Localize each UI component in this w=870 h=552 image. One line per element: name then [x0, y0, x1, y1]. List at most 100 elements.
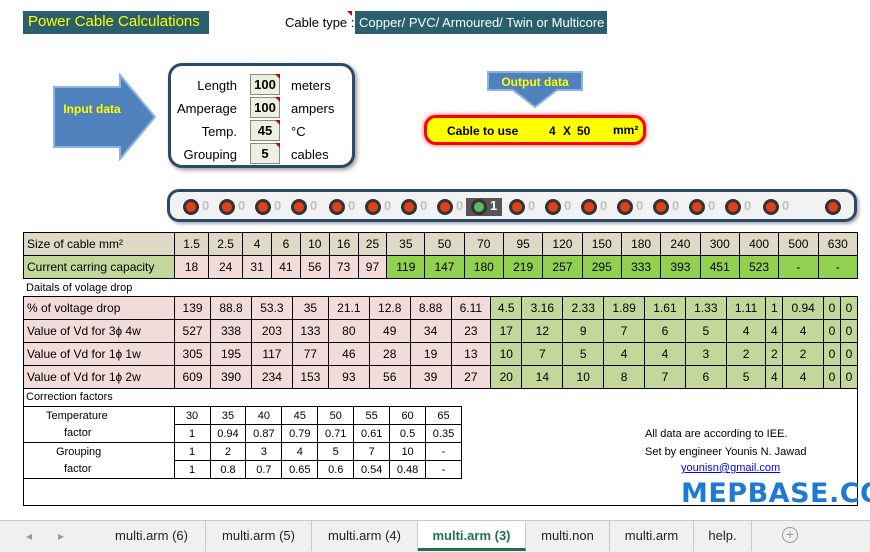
indicator-slot: 0 — [178, 198, 214, 216]
vd1w-cell: 2 — [782, 342, 825, 366]
indicator-light-icon — [365, 199, 381, 215]
capacity-header: Current carring capacity — [23, 255, 175, 279]
table-row-vd1w: Value of Vd for 1ɸ 1w 305 195 117 77 46 28 19 1… — [23, 342, 859, 366]
indicator-value: 0 — [310, 198, 318, 213]
length-unit: meters — [291, 78, 331, 93]
cable-size-unit: mm² — [613, 123, 639, 137]
indicator-light-icon — [653, 199, 669, 215]
sheet-tab-bar: ◂ ▸ + multi.arm (6) multi.arm (5) multi.ar… — [0, 520, 870, 552]
vd3-cell: 0 — [823, 319, 841, 343]
input-row-temp: Temp. 45 °C — [171, 120, 352, 143]
vd3-cell: 9 — [562, 319, 605, 343]
capacity-cell: 97 — [357, 255, 388, 279]
cable-type-value[interactable]: Copper/ PVC/ Armoured/ Twin or Multicore — [355, 11, 607, 34]
sheet-tab[interactable]: multi.arm (5) — [206, 521, 312, 551]
vd2w-cell: 8 — [603, 365, 646, 389]
vd1w-cell: 2 — [765, 342, 784, 366]
vd3-cell: 12 — [521, 319, 564, 343]
comment-indicator — [275, 74, 280, 79]
input-row-length: Length 100 meters — [171, 74, 352, 97]
size-cell: 1.5 — [173, 232, 210, 256]
output-result: Cable to use 4 X 50 mm² — [424, 115, 646, 145]
sheet-tab[interactable]: multi.arm (4) — [312, 521, 418, 551]
capacity-cell: 31 — [242, 255, 272, 279]
vd2w-cell: 4 — [765, 365, 784, 389]
size-cell: 35 — [386, 232, 426, 256]
table-row-capacity: Current carring capacity 18 24 31 41 56 73 97 1… — [23, 255, 859, 279]
comment-indicator[interactable] — [347, 11, 352, 16]
vdrop-cell: 3.16 — [521, 296, 564, 320]
indicator-value: 0 — [672, 198, 680, 213]
vd2w-cell: 234 — [250, 365, 293, 389]
table-row-sizes: Size of cable mm² 1.5 2.5 4 6 10 16 25 35 50 70 95… — [23, 232, 859, 256]
add-sheet-icon[interactable]: + — [782, 527, 798, 543]
tab-scroll-right-icon[interactable]: ▸ — [58, 529, 64, 543]
author-email-link[interactable]: younisn@gmail.com — [681, 462, 780, 474]
sheet-tab[interactable]: multi.arm — [610, 521, 694, 551]
output-data-label: Output data — [501, 75, 569, 89]
vd2w-cell: 39 — [409, 365, 452, 389]
vd2w-cell: 0 — [823, 365, 841, 389]
vd3-cell: 4 — [782, 319, 825, 343]
indicator-slot: 0 — [612, 198, 648, 216]
capacity-cell: 295 — [581, 255, 622, 279]
sheet-tab[interactable]: multi.arm (3) — [418, 521, 526, 551]
vd3-cell: 5 — [684, 319, 727, 343]
details-label: Daitals of volage drop — [26, 282, 133, 294]
vd2w-cell: 56 — [368, 365, 411, 389]
indicator-slot: 0 — [250, 198, 286, 216]
vd1w-cell: 5 — [562, 342, 605, 366]
indicator-value: 0 — [202, 198, 210, 213]
indicator-slot: 0 — [576, 198, 612, 216]
comment-indicator — [275, 143, 280, 148]
cable-size: 50 — [577, 124, 591, 138]
input-data-label: Input data — [63, 102, 121, 116]
indicator-slot — [820, 198, 856, 216]
indicator-light-icon — [219, 199, 235, 215]
vd1w-cell: 4 — [603, 342, 646, 366]
vd1w-cell: 46 — [327, 342, 370, 366]
tab-scroll-left-icon[interactable]: ◂ — [26, 529, 32, 543]
vd1w-cell: 305 — [173, 342, 212, 366]
vd3-header: Value of Vd for 3ɸ 4w — [23, 319, 175, 343]
vd1w-cell: 3 — [684, 342, 727, 366]
grouping-label: Grouping — [183, 147, 237, 162]
vd3-cell: 23 — [450, 319, 492, 343]
indicator-light-icon — [617, 199, 633, 215]
indicator-value: 0 — [274, 198, 282, 213]
size-cell: 300 — [699, 232, 740, 256]
capacity-cell: 393 — [660, 255, 701, 279]
indicator-slot: 0 — [432, 198, 468, 216]
vd3-cell: 527 — [173, 319, 212, 343]
capacity-cell: 24 — [208, 255, 244, 279]
vd3-cell: 17 — [490, 319, 523, 343]
capacity-cell: 180 — [463, 255, 504, 279]
sheet-tab[interactable]: help. — [694, 521, 752, 551]
vdrop-cell: 1.11 — [725, 296, 767, 320]
size-cell: 150 — [581, 232, 622, 256]
indicator-light-icon — [437, 199, 453, 215]
vd2w-cell: 7 — [644, 365, 686, 389]
length-label: Length — [197, 78, 237, 93]
capacity-cell: 41 — [271, 255, 301, 279]
vdrop-header: % of voltage drop — [23, 296, 175, 320]
vdrop-cell: 1.33 — [684, 296, 727, 320]
indicator-slot: 0 — [540, 198, 576, 216]
indicator-value: 0 — [636, 198, 644, 213]
size-cell: 2.5 — [208, 232, 244, 256]
vd1w-cell: 13 — [450, 342, 492, 366]
vd1w-cell: 28 — [368, 342, 411, 366]
vd1w-cell: 117 — [250, 342, 293, 366]
vd1w-cell: 2 — [725, 342, 767, 366]
comment-indicator — [275, 120, 280, 125]
indicator-value: 0 — [456, 198, 464, 213]
indicator-value: 0 — [744, 198, 752, 213]
sheet-tab[interactable]: multi.arm (6) — [98, 521, 206, 551]
indicator-light-icon — [725, 199, 741, 215]
capacity-cell: 147 — [424, 255, 465, 279]
capacity-cell: 333 — [620, 255, 662, 279]
vd1w-cell: 4 — [644, 342, 686, 366]
sheet-tab[interactable]: multi.non — [526, 521, 610, 551]
indicator-slot: 1 — [466, 198, 502, 216]
table-row-vd3: Value of Vd for 3ɸ 4w 527 338 203 133 80 49 34… — [23, 319, 859, 343]
